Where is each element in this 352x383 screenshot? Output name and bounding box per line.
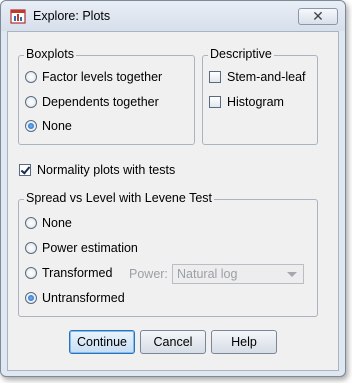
- explore-plots-dialog: Explore: Plots ✕ Boxplots Factor levels …: [0, 0, 346, 377]
- radio-button-selected[interactable]: [25, 292, 37, 304]
- radio-button[interactable]: [25, 71, 37, 83]
- boxplots-group: Boxplots Factor levels together Dependen…: [18, 47, 195, 145]
- boxplots-legend: Boxplots: [24, 47, 76, 61]
- radio-untransformed[interactable]: Untransformed: [25, 291, 125, 307]
- dependents-together-label: Dependents together: [42, 95, 159, 109]
- power-select-value: Natural log: [177, 267, 238, 281]
- transformed-label: Transformed: [42, 266, 113, 280]
- power-label: Power:: [129, 267, 168, 281]
- spread-vs-level-group: Spread vs Level with Levene Test None Po…: [18, 191, 318, 317]
- boxplots-none-label: None: [42, 119, 72, 133]
- histogram-label: Histogram: [227, 95, 284, 109]
- radio-boxplots-none[interactable]: None: [25, 119, 72, 135]
- checkbox-checked[interactable]: [19, 164, 31, 176]
- cancel-button[interactable]: Cancel: [140, 330, 206, 354]
- radio-button[interactable]: [25, 217, 37, 229]
- factor-levels-together-label: Factor levels together: [42, 70, 163, 84]
- untransformed-label: Untransformed: [42, 291, 125, 305]
- window-title: Explore: Plots: [33, 9, 111, 23]
- power-select[interactable]: Natural log: [172, 264, 304, 284]
- help-button[interactable]: Help: [211, 330, 277, 354]
- radio-button[interactable]: [25, 96, 37, 108]
- close-icon: ✕: [312, 8, 324, 24]
- title-bar[interactable]: Explore: Plots ✕: [1, 1, 345, 31]
- checkbox[interactable]: [209, 96, 221, 108]
- radio-button[interactable]: [25, 242, 37, 254]
- checkbox-histogram[interactable]: Histogram: [209, 95, 284, 111]
- continue-button[interactable]: Continue: [69, 330, 135, 354]
- radio-power-estimation[interactable]: Power estimation: [25, 241, 138, 257]
- radio-button[interactable]: [25, 267, 37, 279]
- stem-and-leaf-label: Stem-and-leaf: [227, 70, 306, 84]
- radio-spread-none[interactable]: None: [25, 216, 72, 232]
- radio-button-selected[interactable]: [25, 120, 37, 132]
- checkbox-normality-plots[interactable]: Normality plots with tests: [19, 163, 175, 179]
- spread-none-label: None: [42, 216, 72, 230]
- normality-plots-label: Normality plots with tests: [37, 163, 176, 177]
- descriptive-legend: Descriptive: [208, 47, 274, 61]
- checkbox-stem-and-leaf[interactable]: Stem-and-leaf: [209, 70, 306, 86]
- descriptive-group: Descriptive Stem-and-leaf Histogram: [202, 47, 318, 145]
- spread-vs-level-legend: Spread vs Level with Levene Test: [24, 191, 214, 205]
- radio-dependents-together[interactable]: Dependents together: [25, 95, 159, 111]
- power-estimation-label: Power estimation: [42, 241, 138, 255]
- chevron-down-icon: [287, 272, 297, 277]
- spss-app-icon: [10, 8, 27, 25]
- radio-factor-levels-together[interactable]: Factor levels together: [25, 70, 162, 86]
- checkbox[interactable]: [209, 71, 221, 83]
- dialog-body: Boxplots Factor levels together Dependen…: [7, 31, 339, 371]
- radio-transformed[interactable]: Transformed: [25, 266, 112, 282]
- close-button[interactable]: ✕: [298, 8, 338, 25]
